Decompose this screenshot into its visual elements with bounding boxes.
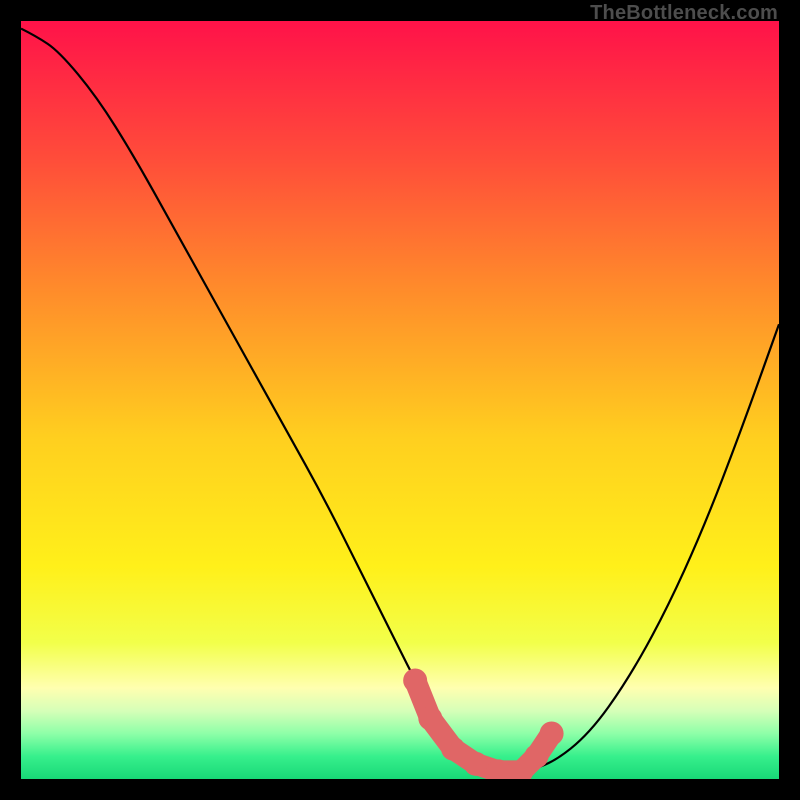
bottleneck-chart (21, 21, 779, 779)
fit-marker-dot (464, 752, 488, 776)
fit-marker-dot (403, 668, 427, 692)
gradient-background (21, 21, 779, 779)
fit-marker-dot (441, 737, 465, 761)
fit-marker-dot (540, 722, 564, 746)
chart-svg (21, 21, 779, 779)
fit-marker-dot (524, 744, 548, 768)
fit-marker-dot (418, 706, 442, 730)
